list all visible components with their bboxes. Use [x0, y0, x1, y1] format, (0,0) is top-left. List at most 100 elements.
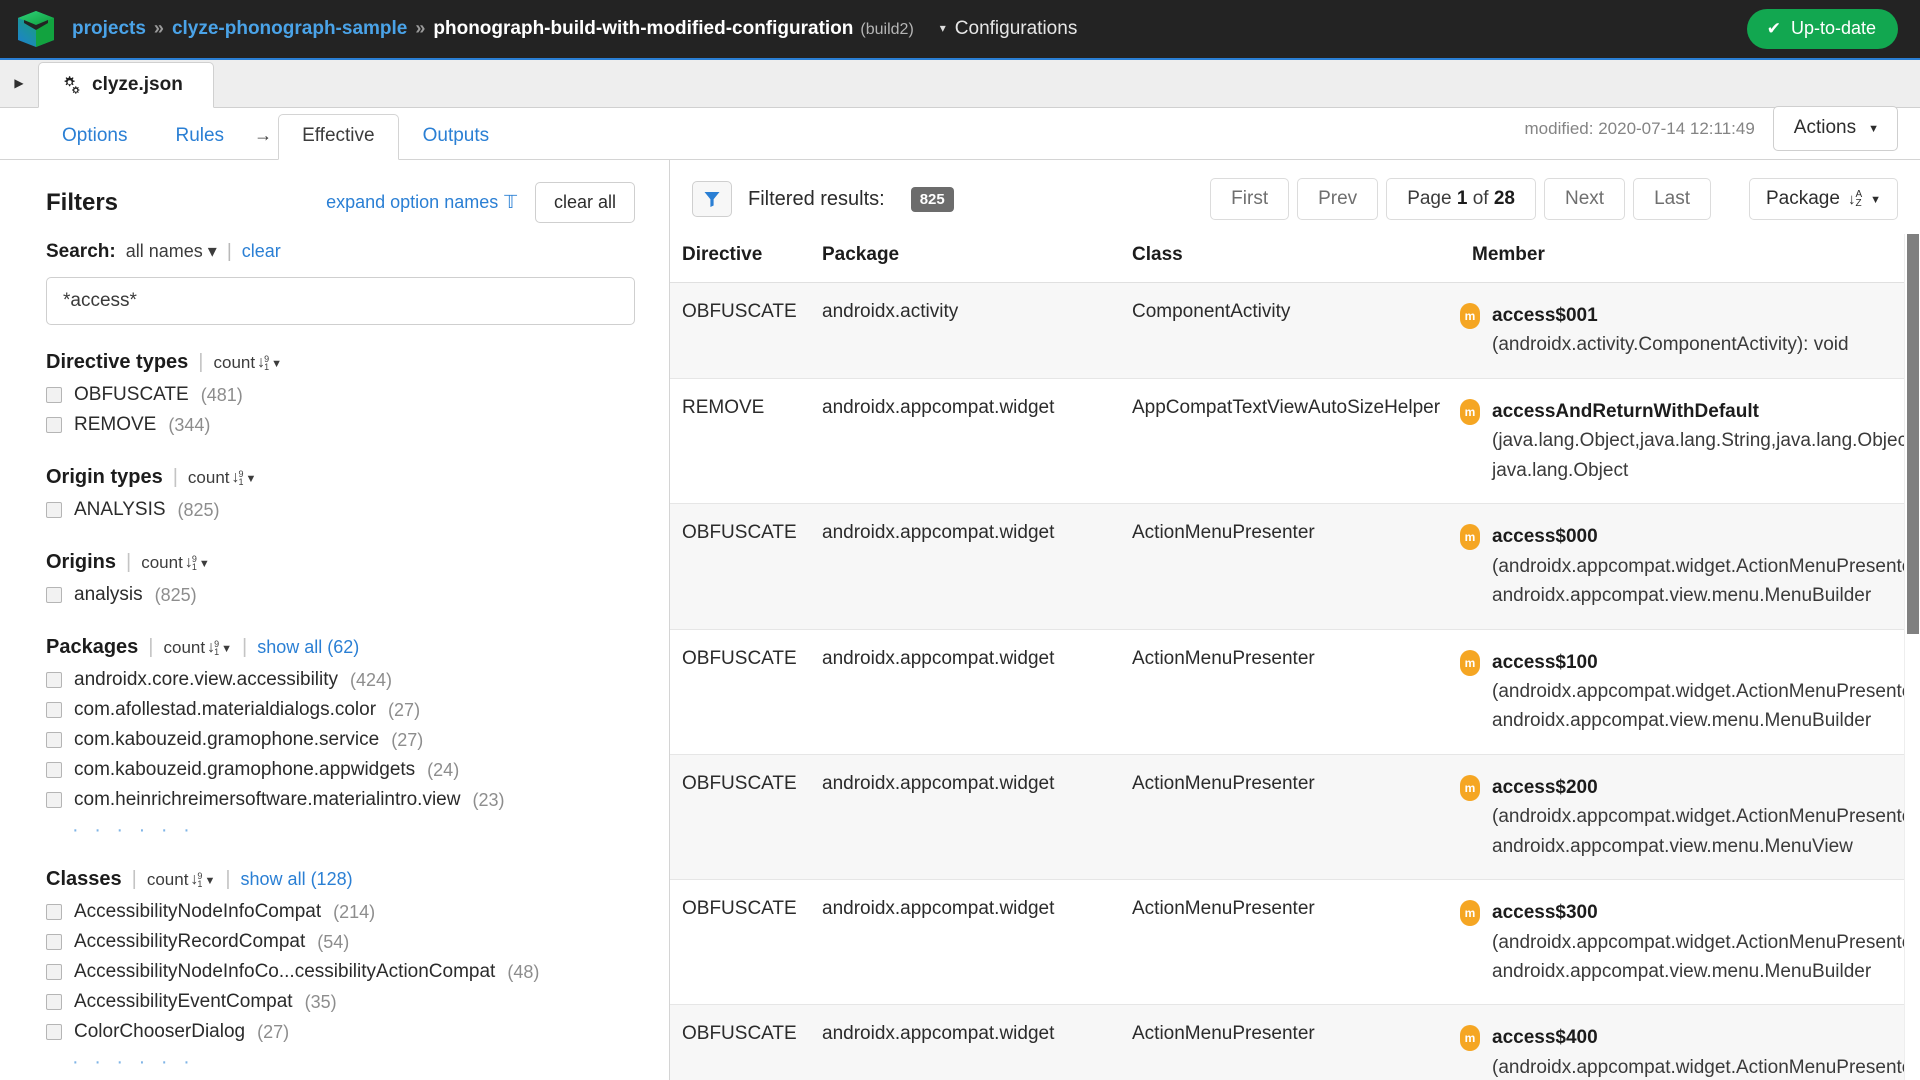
- table-row[interactable]: OBFUSCATE androidx.activity ComponentActiv…: [670, 282, 1904, 379]
- sort-by-select[interactable]: Package ↓ A Z ▼: [1748, 178, 1898, 220]
- filter-item[interactable]: OBFUSCATE (481): [46, 380, 635, 410]
- filter-checkbox[interactable]: [46, 387, 62, 403]
- member-name[interactable]: access$100: [1492, 652, 1598, 673]
- filter-more-dots[interactable]: · · · · · ·: [46, 815, 635, 842]
- filter-item[interactable]: REMOVE (344): [46, 410, 635, 440]
- filter-checkbox[interactable]: [46, 792, 62, 808]
- pager-last-button[interactable]: Last: [1633, 178, 1711, 220]
- filter-show-all-link[interactable]: show all (128): [241, 869, 353, 890]
- filter-checkbox[interactable]: [46, 994, 62, 1010]
- cell-class: ActionMenuPresenter: [1120, 503, 1460, 630]
- filter-item[interactable]: ColorChooserDialog (27): [46, 1017, 635, 1047]
- filter-checkbox[interactable]: [46, 934, 62, 950]
- tab-options[interactable]: Options: [38, 114, 151, 160]
- cell-package: androidx.appcompat.widget: [810, 629, 1120, 755]
- cell-directive: OBFUSCATE: [670, 754, 810, 881]
- member-name[interactable]: access$300: [1492, 902, 1598, 923]
- filter-item[interactable]: analysis (825): [46, 580, 635, 610]
- column-header-directive[interactable]: Directive: [670, 234, 810, 283]
- filter-item[interactable]: com.kabouzeid.gramophone.service (27): [46, 725, 635, 755]
- cell-package: androidx.appcompat.widget: [810, 1004, 1120, 1080]
- pager-next-button[interactable]: Next: [1543, 178, 1626, 220]
- filter-sort-toggle[interactable]: count ↓ 9 1 ▼: [141, 553, 210, 573]
- gears-icon: [64, 76, 80, 94]
- breadcrumb-projects[interactable]: projects: [72, 18, 146, 40]
- filter-group-name: Packages: [46, 636, 139, 658]
- filter-item[interactable]: AccessibilityEventCompat (35): [46, 987, 635, 1017]
- table-row[interactable]: OBFUSCATE androidx.appcompat.widget Action…: [670, 503, 1904, 630]
- breadcrumb-current-build: phonograph-build-with-modified-configura…: [433, 18, 854, 39]
- filter-item[interactable]: AccessibilityNodeInfoCo...cessibilityAct…: [46, 957, 635, 987]
- cell-class: ComponentActivity: [1120, 282, 1460, 379]
- tab-clyze-json[interactable]: clyze.json: [38, 62, 214, 108]
- pager-page-indicator[interactable]: Page 1 of 28: [1386, 178, 1536, 220]
- chevron-down-icon[interactable]: ▾: [940, 21, 946, 35]
- filter-item[interactable]: AccessibilityRecordCompat (54): [46, 927, 635, 957]
- filter-sort-toggle[interactable]: count ↓ 9 1 ▼: [214, 353, 283, 373]
- pager-prev-button[interactable]: Prev: [1297, 178, 1379, 220]
- filter-checkbox[interactable]: [46, 417, 62, 433]
- chevron-down-icon: ▼: [245, 472, 257, 485]
- filter-checkbox[interactable]: [46, 1024, 62, 1040]
- configurations-label[interactable]: Configurations: [955, 18, 1078, 40]
- sidebar-expand-arrow-icon[interactable]: ▶: [0, 59, 38, 107]
- member-name[interactable]: access$400: [1492, 1027, 1598, 1048]
- search-clear-link[interactable]: clear: [242, 241, 281, 262]
- filter-checkbox[interactable]: [46, 964, 62, 980]
- filter-item[interactable]: com.afollestad.materialdialogs.color (27): [46, 695, 635, 725]
- cube-logo-icon[interactable]: [14, 7, 58, 51]
- divider: |: [148, 636, 154, 658]
- top-bar: projects » clyze-phonograph-sample » pho…: [0, 0, 1920, 60]
- results-vertical-scrollbar[interactable]: [1904, 234, 1920, 1080]
- filter-item[interactable]: com.kabouzeid.gramophone.appwidgets (24): [46, 755, 635, 785]
- filter-more-dots[interactable]: · · · · · ·: [46, 1047, 635, 1074]
- filtered-results-count: 825: [910, 186, 954, 212]
- member-name[interactable]: access$001: [1492, 305, 1598, 326]
- scrollbar-thumb[interactable]: [1907, 234, 1919, 634]
- table-row[interactable]: OBFUSCATE androidx.appcompat.widget Action…: [670, 1004, 1904, 1080]
- chevron-down-icon: ▼: [1870, 194, 1881, 206]
- member-name[interactable]: access$000: [1492, 526, 1598, 547]
- search-input[interactable]: [46, 277, 635, 325]
- tab-outputs[interactable]: Outputs: [399, 114, 514, 160]
- filter-group: Origin types | count ↓ 9 1 ▼ ANALYSIS (825): [46, 466, 635, 525]
- filtered-results-label: Filtered results:: [748, 187, 885, 210]
- column-header-member[interactable]: Member: [1460, 234, 1904, 283]
- filter-sort-toggle[interactable]: count ↓ 9 1 ▼: [164, 638, 233, 658]
- filter-sort-toggle[interactable]: count ↓ 9 1 ▼: [147, 870, 216, 890]
- actions-button[interactable]: Actions ▼: [1772, 106, 1898, 151]
- filter-checkbox[interactable]: [46, 587, 62, 603]
- filter-funnel-button[interactable]: [692, 181, 732, 217]
- table-row[interactable]: OBFUSCATE androidx.appcompat.widget Action…: [670, 879, 1904, 1006]
- table-row[interactable]: OBFUSCATE androidx.appcompat.widget Action…: [670, 754, 1904, 881]
- filter-item[interactable]: androidx.core.view.accessibility (424): [46, 665, 635, 695]
- tab-rules[interactable]: Rules: [151, 114, 248, 160]
- filter-item[interactable]: AccessibilityNodeInfoCompat (214): [46, 897, 635, 927]
- tab-effective[interactable]: Effective: [278, 114, 399, 160]
- column-header-package[interactable]: Package: [810, 234, 1120, 283]
- main-body: Filters expand option names 𝕋 clear all …: [0, 160, 1920, 1080]
- breadcrumb-sample[interactable]: clyze-phonograph-sample: [172, 18, 407, 40]
- filter-item[interactable]: ANALYSIS (825): [46, 495, 635, 525]
- filter-checkbox[interactable]: [46, 904, 62, 920]
- filter-checkbox[interactable]: [46, 702, 62, 718]
- column-header-class[interactable]: Class: [1120, 234, 1460, 283]
- pager-first-button[interactable]: First: [1210, 178, 1290, 220]
- filter-sort-toggle[interactable]: count ↓ 9 1 ▼: [188, 468, 257, 488]
- search-scope-dropdown[interactable]: all names ▾: [126, 241, 217, 262]
- table-row[interactable]: REMOVE androidx.appcompat.widget AppCompat…: [670, 378, 1904, 505]
- filter-checkbox[interactable]: [46, 762, 62, 778]
- member-name[interactable]: access$200: [1492, 777, 1598, 798]
- status-badge[interactable]: ✔ Up-to-date: [1746, 9, 1898, 49]
- table-row[interactable]: OBFUSCATE androidx.appcompat.widget Action…: [670, 629, 1904, 755]
- filter-checkbox[interactable]: [46, 672, 62, 688]
- filter-checkbox[interactable]: [46, 502, 62, 518]
- expand-option-names-link[interactable]: expand option names 𝕋: [326, 192, 517, 213]
- filter-item[interactable]: com.heinrichreimersoftware.materialintro…: [46, 785, 635, 815]
- filter-item-label: androidx.core.view.accessibility: [74, 669, 339, 690]
- filter-checkbox[interactable]: [46, 732, 62, 748]
- clear-all-button[interactable]: clear all: [534, 182, 635, 223]
- results-table-body: OBFUSCATE androidx.activity ComponentActiv…: [670, 282, 1904, 1080]
- member-name[interactable]: accessAndReturnWithDefault: [1492, 401, 1759, 422]
- filter-show-all-link[interactable]: show all (62): [257, 637, 359, 658]
